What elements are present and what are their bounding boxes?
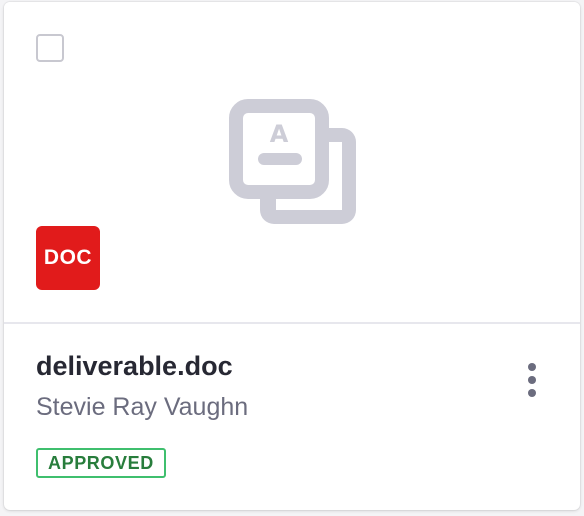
kebab-dot bbox=[528, 363, 536, 371]
card-info: deliverable.doc Stevie Ray Vaughn APPROV… bbox=[4, 324, 580, 510]
card-preview[interactable]: A DOC bbox=[4, 2, 580, 324]
file-owner: Stevie Ray Vaughn bbox=[36, 393, 249, 421]
select-checkbox[interactable] bbox=[36, 34, 64, 62]
kebab-dot bbox=[528, 389, 536, 397]
document-copy-icon: A bbox=[229, 99, 356, 224]
file-type-badge: DOC bbox=[36, 226, 100, 290]
more-options-icon[interactable] bbox=[516, 360, 548, 400]
file-name[interactable]: deliverable.doc bbox=[36, 348, 233, 384]
document-card[interactable]: A DOC deliverable.doc Stevie Ray Vaughn … bbox=[4, 2, 580, 510]
kebab-dot bbox=[528, 376, 536, 384]
status-badge: APPROVED bbox=[36, 448, 166, 478]
svg-text:A: A bbox=[270, 120, 289, 148]
